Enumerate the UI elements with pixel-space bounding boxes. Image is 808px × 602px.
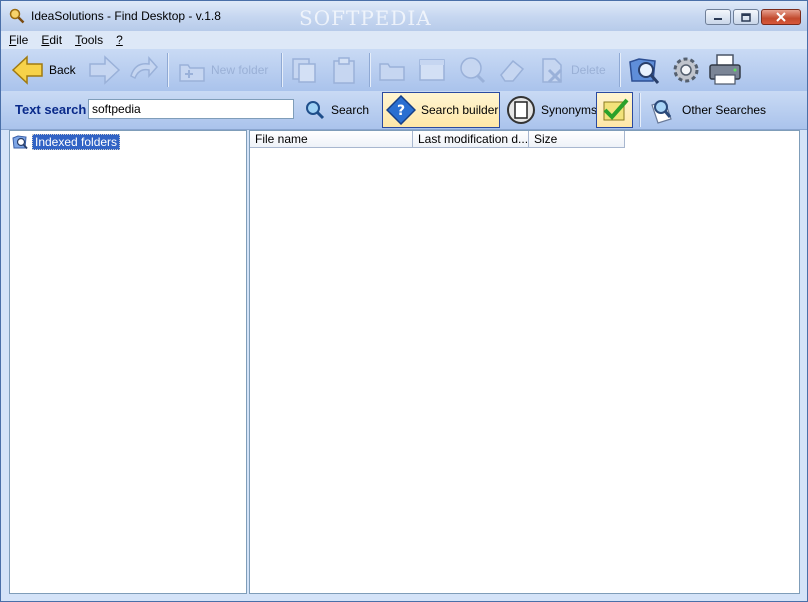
column-header-file-name[interactable]: File name	[250, 131, 413, 148]
folder-search-icon	[629, 58, 660, 84]
copy-icon	[292, 58, 316, 83]
synonyms-button[interactable]: Synonyms	[506, 92, 597, 128]
new-folder-button[interactable]: New folder	[177, 51, 268, 89]
maximize-button[interactable]	[733, 9, 759, 25]
new-folder-label: New folder	[211, 63, 269, 77]
results-list-panel[interactable]: File name Last modification d... Size	[249, 130, 800, 594]
print-button[interactable]	[707, 51, 743, 89]
search-builder-label: Search builder	[421, 103, 499, 117]
back-arrow-icon	[11, 55, 43, 85]
menu-tools[interactable]: Tools	[70, 33, 108, 47]
main-toolbar: Back New folder Delete	[1, 49, 807, 92]
magnifier-app-icon	[9, 8, 25, 24]
paste-button[interactable]	[329, 51, 359, 89]
text-search-input[interactable]	[88, 99, 294, 119]
forward-button[interactable]	[87, 51, 121, 89]
close-icon	[776, 12, 786, 22]
toolbar-separator	[369, 53, 371, 87]
up-button[interactable]	[127, 51, 159, 89]
close-button[interactable]	[761, 9, 801, 25]
book-icon	[507, 96, 535, 124]
delete-button[interactable]: Delete	[537, 51, 606, 89]
minimize-button[interactable]	[705, 9, 731, 25]
apply-toggle-button[interactable]	[596, 92, 633, 128]
window-icon	[419, 59, 445, 81]
menu-help[interactable]: ?	[111, 33, 128, 47]
diamond-help-icon: ?	[386, 95, 416, 125]
checkmark-icon	[603, 98, 628, 121]
explore-button[interactable]	[627, 51, 661, 89]
menu-bar: File Edit Tools ?	[1, 31, 807, 49]
app-window: IdeaSolutions - Find Desktop - v.1.8 SOF…	[0, 0, 808, 602]
other-searches-label: Other Searches	[682, 103, 767, 117]
menu-file-label: ile	[16, 33, 29, 47]
menu-help-accel: ?	[116, 33, 123, 47]
back-button[interactable]: Back	[11, 51, 76, 89]
search-bar: Text search Search ? Search builder Syno…	[1, 91, 807, 130]
menu-file[interactable]: File	[4, 33, 33, 47]
tree-item-indexed-folders[interactable]: Indexed folders	[12, 134, 121, 150]
search-builder-button[interactable]: ? Search builder	[382, 92, 500, 128]
searchbar-separator	[639, 93, 641, 127]
maximize-icon	[741, 12, 751, 22]
list-header: File name Last modification d... Size	[250, 131, 625, 149]
clipboard-icon	[333, 57, 355, 84]
folder-tree-panel[interactable]: Indexed folders	[9, 130, 247, 594]
column-header-last-modification[interactable]: Last modification d...	[413, 131, 529, 148]
search-label: Search	[331, 103, 370, 117]
minimize-icon	[714, 18, 722, 20]
copy-button[interactable]	[289, 51, 319, 89]
title-bar[interactable]: IdeaSolutions - Find Desktop - v.1.8 SOF…	[1, 1, 807, 31]
move-button[interactable]	[377, 51, 407, 89]
delete-file-icon	[542, 58, 563, 84]
tree-item-label: Indexed folders	[32, 134, 121, 150]
globe-search-icon	[460, 57, 486, 84]
column-header-size[interactable]: Size	[529, 131, 625, 148]
up-curve-arrow-icon	[130, 56, 159, 80]
eraser-icon	[500, 59, 525, 82]
toolbar-separator	[619, 53, 621, 87]
document-search-icon	[651, 100, 672, 124]
settings-button[interactable]	[669, 51, 703, 89]
menu-edit-label: dit	[49, 33, 63, 47]
back-label: Back	[49, 63, 76, 77]
synonyms-label: Synonyms	[541, 103, 598, 117]
folder-search-icon	[12, 135, 28, 150]
menu-tools-label: ools	[81, 33, 104, 47]
delete-label: Delete	[571, 63, 606, 77]
menu-edit[interactable]: Edit	[36, 33, 67, 47]
text-search-label: Text search	[15, 102, 87, 117]
search-icon	[306, 101, 325, 120]
toolbar-separator	[281, 53, 283, 87]
gear-icon	[673, 57, 699, 83]
forward-arrow-icon	[89, 55, 121, 85]
view-button[interactable]	[417, 51, 447, 89]
eraser-button[interactable]	[497, 51, 527, 89]
watermark: SOFTPEDIA	[299, 6, 432, 30]
other-searches-button[interactable]: Other Searches	[647, 92, 766, 128]
window-title: IdeaSolutions - Find Desktop - v.1.8	[31, 9, 221, 23]
new-folder-icon	[179, 64, 205, 82]
folder-move-icon	[379, 63, 405, 81]
printer-icon	[709, 54, 741, 85]
toolbar-separator	[167, 53, 169, 87]
search-button[interactable]: Search	[304, 92, 369, 128]
window-controls	[705, 9, 801, 25]
find-button[interactable]	[457, 51, 487, 89]
svg-text:?: ?	[397, 103, 405, 119]
